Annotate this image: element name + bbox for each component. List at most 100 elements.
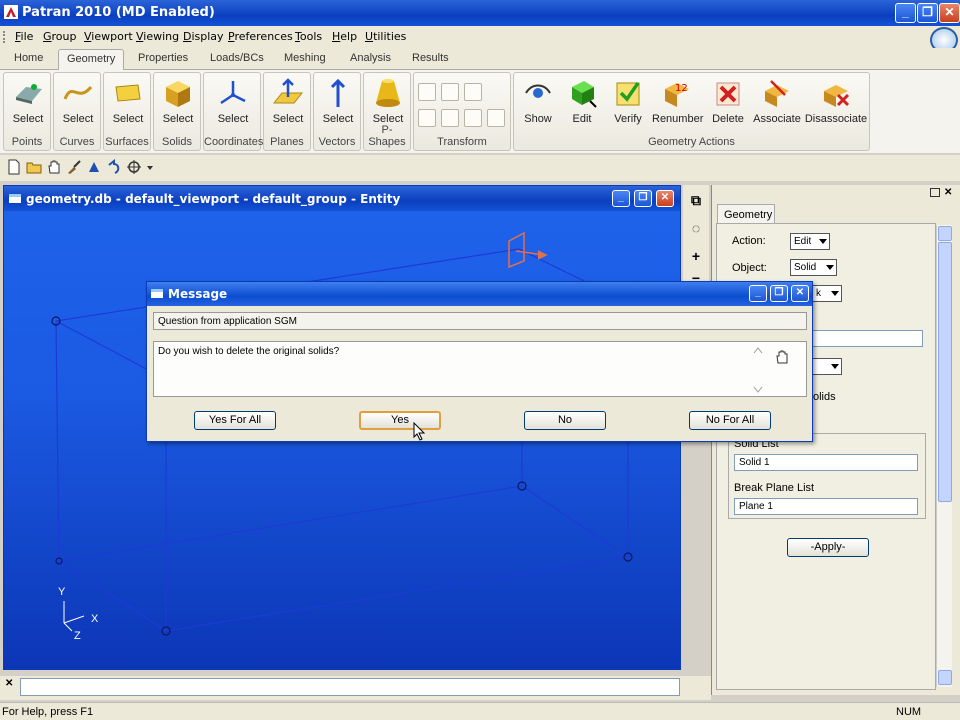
menu-tools[interactable]: Tools — [295, 30, 322, 43]
transform-curve-icon[interactable] — [441, 83, 459, 101]
panel-close-icon[interactable]: ✕ — [944, 187, 952, 198]
dialog-scroll-arrows[interactable] — [751, 344, 765, 396]
object-label: Object: — [732, 262, 767, 274]
solid-list-field[interactable]: Solid 1 — [734, 454, 918, 471]
app-title: Patran 2010 (MD Enabled) — [22, 5, 215, 20]
tab-results[interactable]: Results — [412, 52, 449, 64]
disassociate-button[interactable]: Disassociate — [804, 77, 868, 125]
associate-button[interactable]: Associate — [752, 77, 802, 125]
zoom-in-button[interactable]: + — [688, 249, 704, 265]
transform-coord-icon[interactable] — [441, 109, 459, 127]
transform-planes-icon[interactable] — [464, 109, 482, 127]
group-label-geometry-actions: Geometry Actions — [648, 136, 735, 148]
yes-for-all-button[interactable]: Yes For All — [194, 411, 276, 430]
cone-shape-icon — [376, 79, 400, 107]
plane-icon — [272, 78, 304, 104]
select-surfaces-button[interactable]: Select — [110, 77, 146, 125]
tab-properties[interactable]: Properties — [138, 52, 188, 64]
verify-check-icon — [616, 82, 640, 106]
tab-meshing[interactable]: Meshing — [284, 52, 326, 64]
solid-cube-icon — [166, 81, 190, 107]
show-button[interactable]: Show — [518, 77, 558, 125]
menu-file[interactable]: File — [15, 30, 33, 43]
panel-tab-geometry[interactable]: Geometry — [717, 204, 775, 224]
menu-viewing[interactable]: Viewing — [136, 30, 179, 43]
delete-x-icon — [716, 82, 740, 106]
renumber-button[interactable]: 12 Renumber — [652, 77, 703, 125]
viewport-maximize-button[interactable]: ❐ — [634, 190, 652, 207]
menu-group[interactable]: Group — [43, 30, 77, 43]
yes-button[interactable]: Yes — [359, 411, 441, 430]
command-input[interactable] — [20, 678, 680, 696]
model-center-icon[interactable] — [126, 159, 142, 175]
open-folder-icon[interactable] — [26, 159, 42, 175]
group-label-solids: Solids — [162, 136, 192, 148]
panel-float-icon[interactable] — [930, 188, 940, 197]
no-button[interactable]: No — [524, 411, 606, 430]
select-coordinates-button[interactable]: Select — [214, 77, 252, 125]
triad-axes — [63, 601, 85, 632]
tab-loads-bcs[interactable]: Loads/BCs — [210, 52, 264, 64]
group-solids: Select Solids — [153, 72, 201, 151]
verify-button[interactable]: Verify — [608, 77, 648, 125]
transform-surface-icon[interactable] — [418, 83, 436, 101]
patran-logo-icon — [4, 5, 18, 19]
tab-home[interactable]: Home — [14, 52, 43, 64]
axis-y-label: Y — [58, 586, 66, 598]
restore-button[interactable]: ❐ — [917, 3, 938, 23]
select-solids-button[interactable]: Select — [160, 77, 196, 125]
viewport-close-button[interactable]: ✕ — [656, 190, 674, 207]
brush-icon[interactable] — [66, 159, 82, 175]
menu-help[interactable]: Help — [332, 30, 357, 43]
scroll-down-icon[interactable] — [938, 670, 952, 685]
highlight-icon[interactable] — [86, 159, 102, 175]
tab-analysis[interactable]: Analysis — [350, 52, 391, 64]
dialog-close-button[interactable]: ✕ — [791, 285, 809, 302]
edit-button[interactable]: Edit — [564, 77, 600, 125]
list-frame: Solid List Solid 1 Break Plane List Plan… — [728, 433, 926, 519]
select-pshapes-button[interactable]: Select — [370, 77, 406, 125]
mouse-cursor-icon — [413, 422, 426, 441]
object-select[interactable]: Solid — [790, 259, 837, 276]
scroll-up-icon[interactable] — [938, 226, 952, 241]
quick-toolbar — [0, 155, 960, 181]
select-vectors-button[interactable]: Select — [320, 77, 356, 125]
pan-hand-icon[interactable] — [46, 159, 62, 175]
scroll-thumb[interactable] — [938, 242, 952, 502]
close-button[interactable]: ✕ — [939, 3, 960, 23]
menu-utilities[interactable]: Utilities — [365, 30, 406, 43]
action-select[interactable]: Edit — [790, 233, 830, 250]
command-close-icon[interactable]: ✕ — [5, 678, 13, 689]
transform-solid-icon[interactable] — [418, 109, 436, 127]
viewport-minimize-button[interactable]: _ — [612, 190, 630, 207]
menu-display[interactable]: Display — [183, 30, 224, 43]
copy-view-icon[interactable]: ⧉ — [688, 193, 704, 209]
transform-vector-icon[interactable] — [487, 109, 505, 127]
new-file-icon[interactable] — [6, 159, 22, 175]
surface-icon — [115, 84, 141, 102]
menu-preferences[interactable]: Preferences — [228, 30, 293, 43]
lasso-select-icon[interactable]: ◌ — [688, 221, 704, 237]
minimize-button[interactable]: _ — [895, 3, 916, 23]
transform-plane-icon[interactable] — [464, 83, 482, 101]
message-dialog: Message _ ❐ ✕ Question from application … — [146, 281, 813, 442]
group-coordinates: Select Coordinates — [203, 72, 263, 151]
apply-button[interactable]: -Apply- — [787, 538, 869, 557]
grab-hand-icon[interactable] — [774, 349, 790, 365]
toolbar-dropdown-icon[interactable] — [146, 159, 154, 175]
panel-scrollbar[interactable] — [936, 225, 952, 687]
undo-icon[interactable] — [106, 159, 122, 175]
group-label-surfaces: Surfaces — [105, 136, 149, 148]
dialog-maximize-button[interactable]: ❐ — [770, 285, 788, 302]
select-planes-button[interactable]: Select — [270, 77, 306, 125]
tab-geometry[interactable]: Geometry — [58, 49, 125, 70]
select-curves-button[interactable]: Select — [60, 77, 96, 125]
break-plane-list-field[interactable]: Plane 1 — [734, 498, 918, 515]
num-lock-indicator: NUM — [896, 706, 922, 718]
select-points-button[interactable]: Select — [10, 77, 46, 125]
group-geometry-actions: Show Edit Verify 12 Renumber Delete Asso… — [513, 72, 870, 151]
dialog-minimize-button[interactable]: _ — [749, 285, 767, 302]
menu-viewport[interactable]: Viewport — [84, 30, 133, 43]
delete-button[interactable]: Delete — [708, 77, 748, 125]
no-for-all-button[interactable]: No For All — [689, 411, 771, 430]
